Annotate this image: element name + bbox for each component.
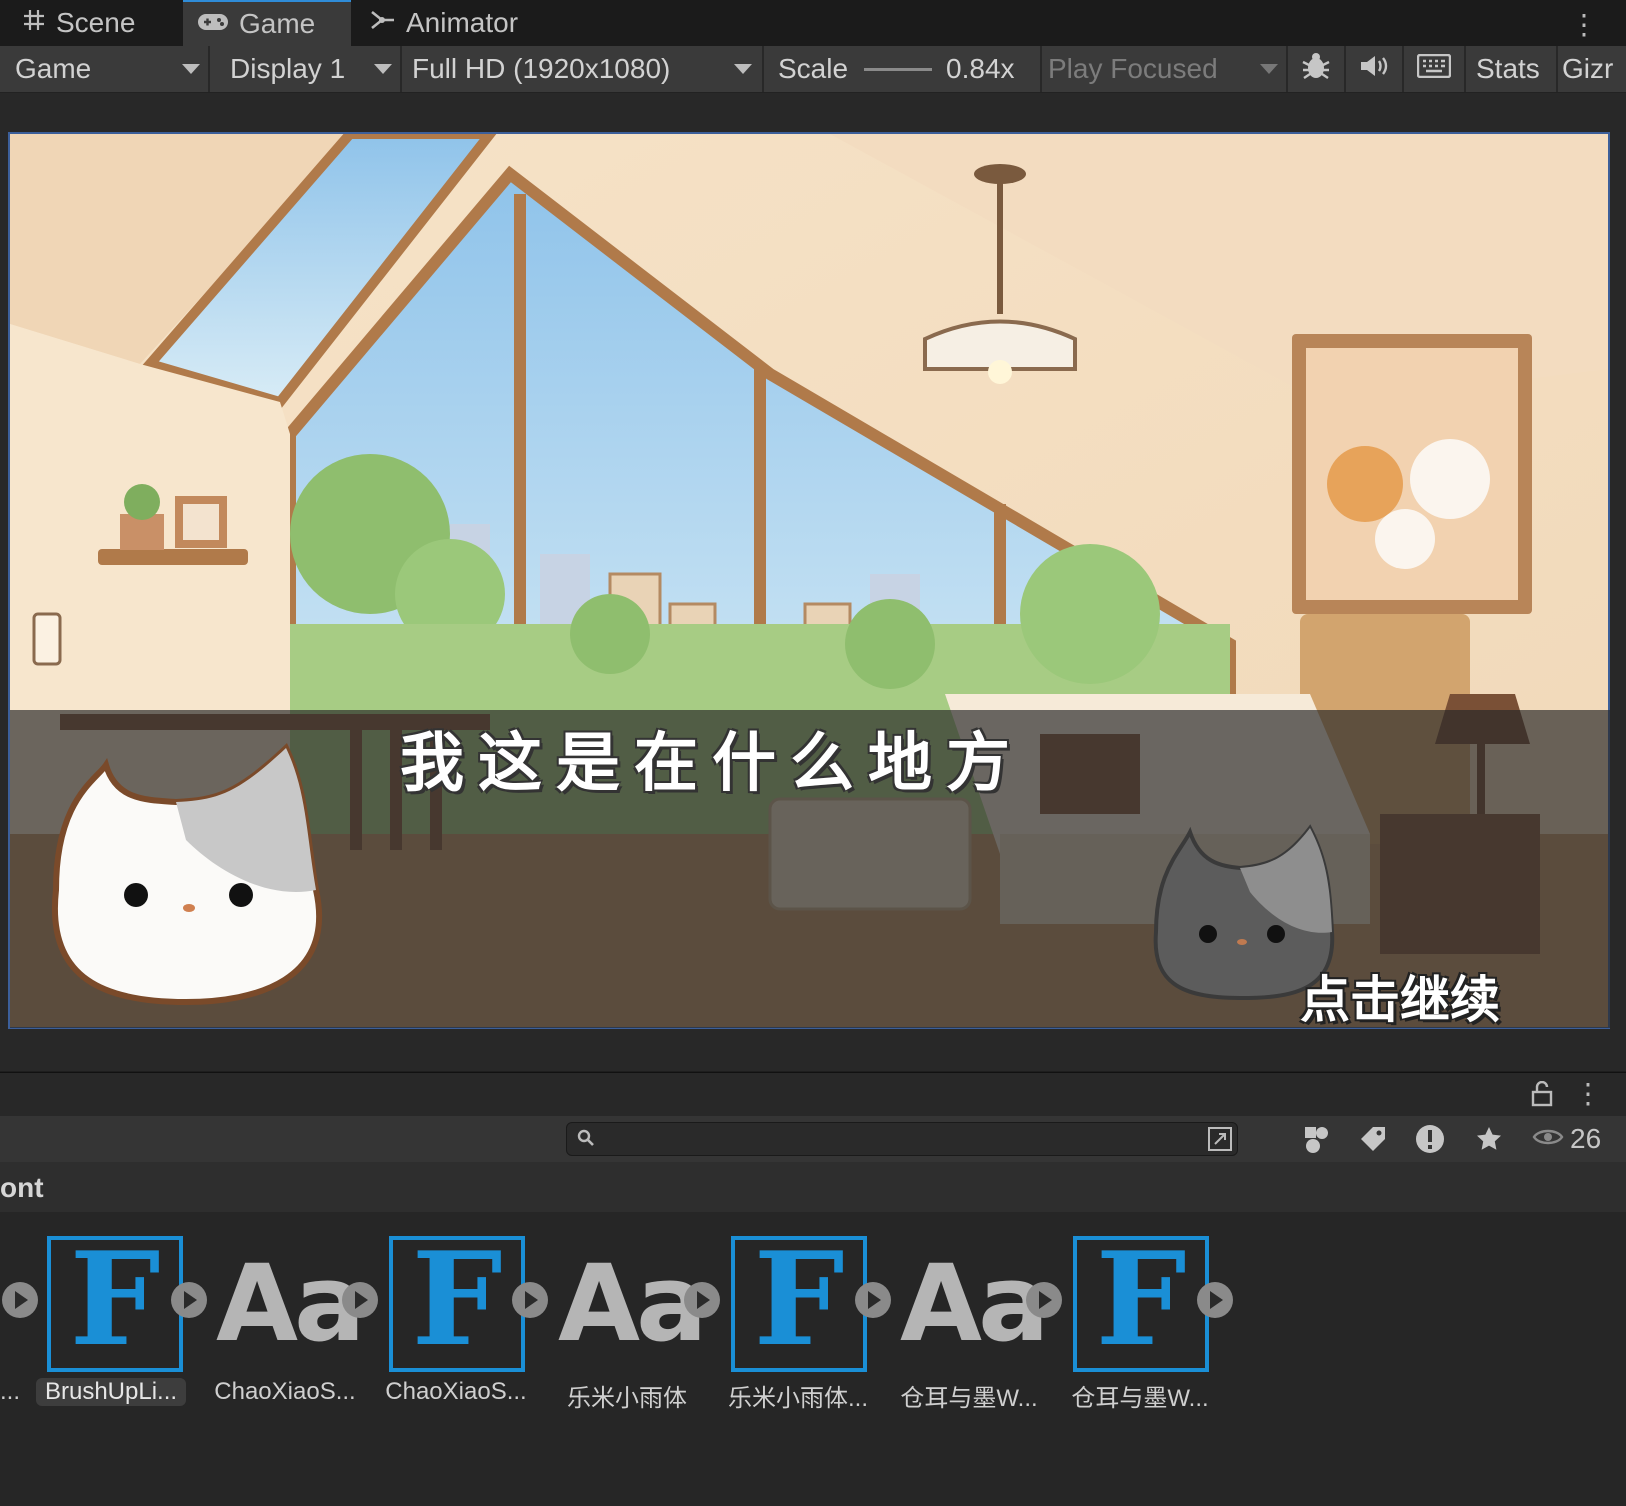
resolution-label: Full HD (1920x1080) (412, 53, 671, 84)
font-preview-icon[interactable]: Aa (900, 1244, 1050, 1364)
mute-audio-toggle[interactable] (1346, 46, 1402, 92)
keyboard-icon (1416, 53, 1452, 85)
search-icon (577, 1129, 595, 1152)
view-mode-label: Game (15, 53, 92, 84)
play-mode-dropdown[interactable]: Play Focused (1042, 46, 1284, 92)
breadcrumb: ont (0, 1162, 1626, 1212)
chevron-down-icon (374, 64, 392, 74)
tab-animator-label: Animator (406, 7, 519, 38)
bug-icon (1300, 50, 1332, 89)
more-options-icon[interactable]: ⋮ (1570, 8, 1598, 41)
expand-arrow-icon[interactable] (2, 1282, 38, 1318)
shapes-filter-icon[interactable] (1298, 1120, 1336, 1158)
font-preview-icon[interactable]: Aa (558, 1244, 708, 1364)
display-dropdown[interactable]: Display 1 (210, 46, 400, 92)
font-preview-icon[interactable]: Aa (216, 1244, 366, 1364)
asset-label[interactable]: 乐米小雨体... (723, 1378, 873, 1413)
hidden-count-toggle[interactable]: 26 (1532, 1120, 1601, 1158)
hash-icon (22, 7, 46, 39)
scale-value: 0.84x (946, 53, 1015, 84)
expand-arrow-icon[interactable] (1026, 1282, 1062, 1318)
tab-game[interactable]: Game (183, 0, 351, 46)
chevron-down-icon (1260, 64, 1278, 74)
game-toolbar: Game Display 1 Full HD (1920x1080) Scale… (0, 46, 1626, 93)
scale-control: Scale 0.84x (764, 46, 1042, 92)
asset-label[interactable]: BrushUpLi... (36, 1378, 186, 1406)
font-asset-icon[interactable]: F (389, 1230, 525, 1372)
tab-scene-label: Scene (56, 7, 136, 38)
stats-button[interactable]: Stats (1466, 46, 1558, 92)
lock-icon[interactable] (1530, 1080, 1554, 1112)
warning-icon[interactable] (1410, 1120, 1450, 1158)
more-options-icon[interactable]: ⋮ (1574, 1077, 1602, 1110)
gizmos-label: Gizr (1562, 53, 1614, 84)
keyboard-toggle[interactable] (1404, 46, 1464, 92)
asset-label[interactable]: ChaoXiaoS... (210, 1378, 360, 1406)
resolution-dropdown[interactable]: Full HD (1920x1080) (402, 46, 762, 92)
project-panel-header: ⋮ (0, 1072, 1626, 1117)
expand-arrow-icon[interactable] (855, 1282, 891, 1318)
speaker-icon (1359, 53, 1389, 86)
click-to-continue-text[interactable]: 点击继续 (1300, 960, 1500, 1032)
partial-asset-label: ... (0, 1378, 21, 1405)
search-by-type-icon[interactable] (1207, 1126, 1233, 1157)
editor-tab-bar: Scene Game Animator ⋮ (0, 0, 1626, 47)
gamepad-icon (197, 8, 229, 40)
chevron-down-icon (734, 64, 752, 74)
dialog-text: 我这是在什么地方 (400, 727, 1024, 799)
tab-animator[interactable]: Animator (370, 0, 550, 46)
white-cat-portrait (51, 742, 323, 1006)
asset-label[interactable]: 乐米小雨体 (552, 1378, 702, 1413)
expand-arrow-icon[interactable] (171, 1282, 207, 1318)
scale-slider[interactable] (864, 67, 933, 71)
search-field[interactable] (566, 1122, 1238, 1156)
chevron-down-icon (182, 64, 200, 74)
asset-label[interactable]: 仓耳与墨W... (1065, 1378, 1215, 1413)
breadcrumb-folder[interactable]: ont (0, 1172, 44, 1204)
hidden-count: 26 (1570, 1123, 1602, 1154)
font-asset-icon[interactable]: F (47, 1230, 183, 1372)
search-input[interactable] (603, 1125, 1187, 1155)
asset-label[interactable]: 仓耳与墨W... (894, 1378, 1044, 1413)
eye-icon (1532, 1123, 1564, 1155)
tab-scene[interactable]: Scene (22, 0, 182, 46)
gizmos-button[interactable]: Gizr (1558, 46, 1626, 92)
font-asset-icon[interactable]: F (1073, 1230, 1209, 1372)
animator-icon (370, 7, 396, 39)
star-icon[interactable] (1470, 1120, 1508, 1158)
tag-icon[interactable] (1354, 1120, 1392, 1158)
expand-arrow-icon[interactable] (342, 1282, 378, 1318)
stats-label: Stats (1476, 53, 1540, 84)
debug-toggle[interactable] (1288, 46, 1344, 92)
asset-label[interactable]: ChaoXiaoS... (381, 1378, 531, 1406)
view-mode-dropdown[interactable]: Game (0, 46, 206, 92)
expand-arrow-icon[interactable] (684, 1282, 720, 1318)
scale-label: Scale (778, 53, 849, 84)
display-label: Display 1 (230, 53, 346, 84)
tab-game-label: Game (239, 8, 316, 39)
font-asset-icon[interactable]: F (731, 1230, 867, 1372)
play-mode-label: Play Focused (1048, 53, 1218, 84)
expand-arrow-icon[interactable] (1197, 1282, 1233, 1318)
expand-arrow-icon[interactable] (512, 1282, 548, 1318)
